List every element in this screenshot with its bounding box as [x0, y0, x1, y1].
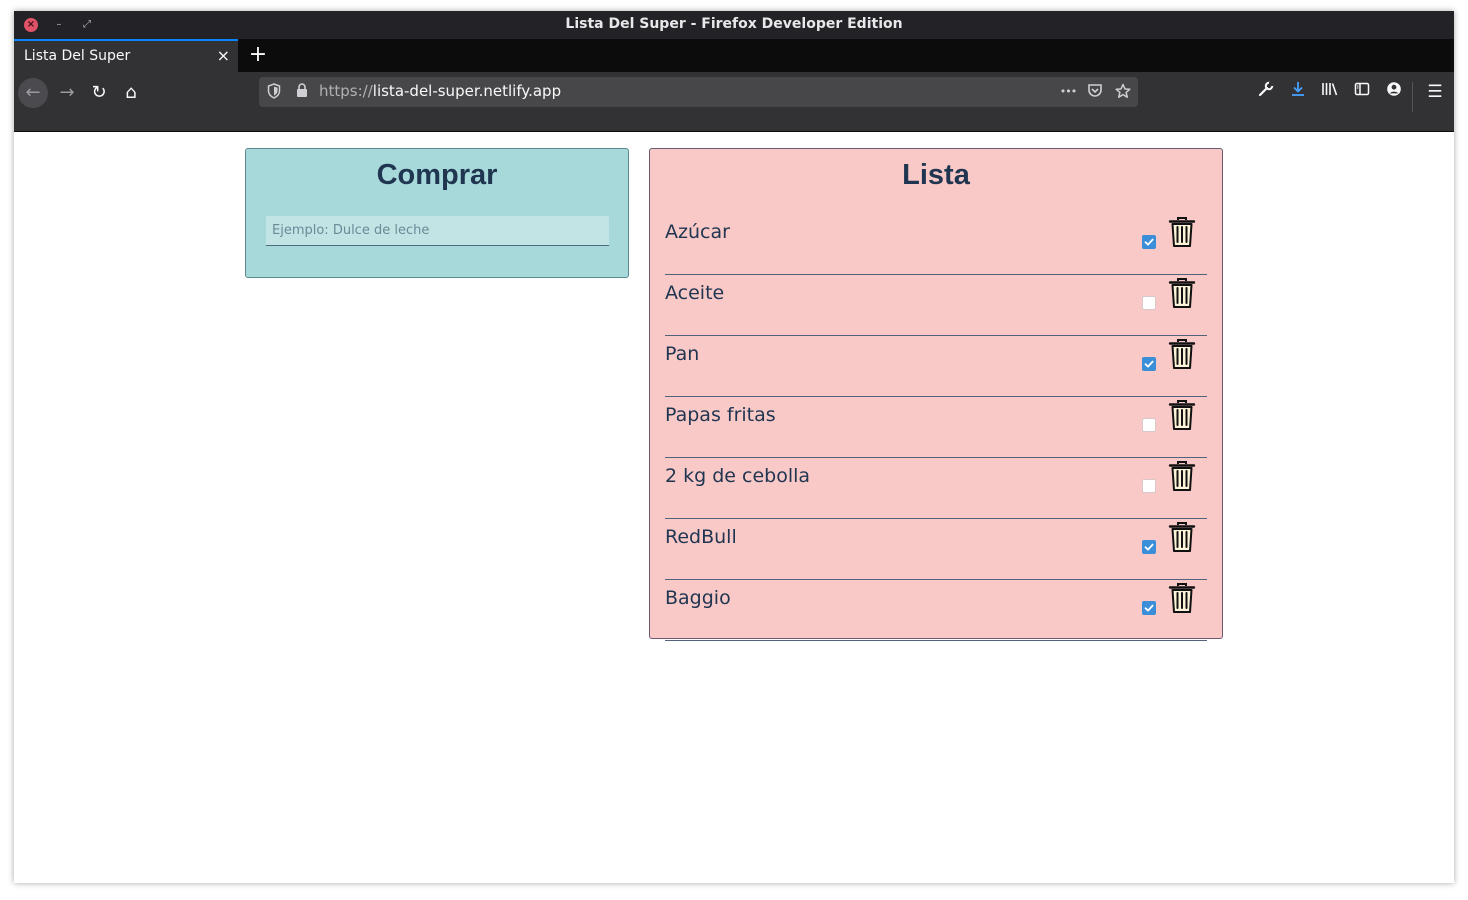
home-button[interactable]: ⌂: [116, 78, 146, 108]
item-checkbox[interactable]: [1142, 235, 1156, 249]
trash-icon[interactable]: [1168, 460, 1196, 492]
library-icon[interactable]: [1317, 78, 1343, 106]
new-tab-button[interactable]: +: [246, 41, 270, 69]
arrow-right-icon: →: [59, 82, 75, 103]
bookmark-star-icon[interactable]: [1114, 83, 1132, 101]
url-bar[interactable]: https://lista-del-super.netlify.app •••: [259, 77, 1138, 107]
tab-strip: Lista Del Super × +: [14, 39, 1454, 72]
list-item: 2 kg de cebolla: [665, 458, 1207, 519]
comprar-panel: Comprar: [245, 148, 629, 278]
lock-icon[interactable]: [293, 83, 311, 101]
menu-icon[interactable]: ☰: [1422, 78, 1448, 106]
list-item: RedBull: [665, 519, 1207, 580]
list-item: Papas fritas: [665, 397, 1207, 458]
reload-icon: ↻: [91, 82, 107, 103]
url-protocol: https://: [319, 82, 373, 100]
list-item: Baggio: [665, 580, 1207, 641]
tracking-shield-icon[interactable]: [265, 83, 283, 101]
navigation-toolbar: ← → ↻ ⌂ https://lista-del-super.netlify.…: [14, 72, 1454, 132]
item-checkbox[interactable]: [1142, 357, 1156, 371]
home-icon: ⌂: [125, 82, 137, 103]
forward-button[interactable]: →: [52, 78, 82, 108]
window-title: Lista Del Super - Firefox Developer Edit…: [565, 16, 903, 32]
list-item-label: RedBull: [665, 526, 737, 548]
arrow-left-icon: ←: [25, 82, 41, 103]
trash-icon[interactable]: [1168, 216, 1196, 248]
item-input[interactable]: [266, 216, 609, 246]
tab-label: Lista Del Super: [24, 48, 131, 64]
browser-window: × – ⤢ Lista Del Super - Firefox Develope…: [14, 11, 1454, 883]
item-checkbox[interactable]: [1142, 540, 1156, 554]
url-text[interactable]: https://lista-del-super.netlify.app: [319, 82, 561, 100]
pocket-icon[interactable]: [1086, 83, 1104, 101]
trash-icon[interactable]: [1168, 338, 1196, 370]
page-content: Comprar Lista Azúcar Aceite Pan Papas frita…: [14, 133, 1454, 883]
list-item-label: 2 kg de cebolla: [665, 465, 811, 487]
list-item: Pan: [665, 336, 1207, 397]
list-item-label: Pan: [665, 343, 700, 365]
list-item-label: Baggio: [665, 587, 731, 609]
shopping-list: Azúcar Aceite Pan Papas fritas 2 kg de cebol…: [665, 214, 1207, 641]
title-bar: × – ⤢ Lista Del Super - Firefox Develope…: [14, 11, 1454, 39]
sidebar-icon[interactable]: [1349, 78, 1375, 106]
list-item-label: Papas fritas: [665, 404, 776, 426]
item-checkbox[interactable]: [1142, 418, 1156, 432]
trash-icon[interactable]: [1168, 582, 1196, 614]
list-item-label: Azúcar: [665, 221, 730, 243]
list-item: Azúcar: [665, 214, 1207, 275]
tab-close-button[interactable]: ×: [217, 46, 230, 65]
trash-icon[interactable]: [1168, 277, 1196, 309]
page-actions-icon[interactable]: •••: [1056, 83, 1080, 101]
list-item: Aceite: [665, 275, 1207, 336]
list-item-label: Aceite: [665, 282, 725, 304]
reload-button[interactable]: ↻: [84, 78, 114, 108]
tab-lista-del-super[interactable]: Lista Del Super ×: [14, 39, 238, 72]
comprar-title: Comprar: [376, 159, 498, 191]
toolbar-separator: [1412, 82, 1413, 112]
developer-wrench-icon[interactable]: [1253, 78, 1279, 106]
item-checkbox[interactable]: [1142, 479, 1156, 493]
lista-title: Lista: [902, 159, 970, 191]
trash-icon[interactable]: [1168, 521, 1196, 553]
item-checkbox[interactable]: [1142, 296, 1156, 310]
item-divider: [665, 640, 1207, 641]
trash-icon[interactable]: [1168, 399, 1196, 431]
lista-panel: Lista Azúcar Aceite Pan Papas fritas 2 kg de…: [649, 148, 1223, 641]
download-icon[interactable]: [1285, 78, 1311, 106]
item-checkbox[interactable]: [1142, 601, 1156, 615]
url-host: lista-del-super.netlify.app: [372, 82, 562, 100]
back-button[interactable]: ←: [18, 78, 48, 108]
account-icon[interactable]: [1381, 78, 1407, 106]
